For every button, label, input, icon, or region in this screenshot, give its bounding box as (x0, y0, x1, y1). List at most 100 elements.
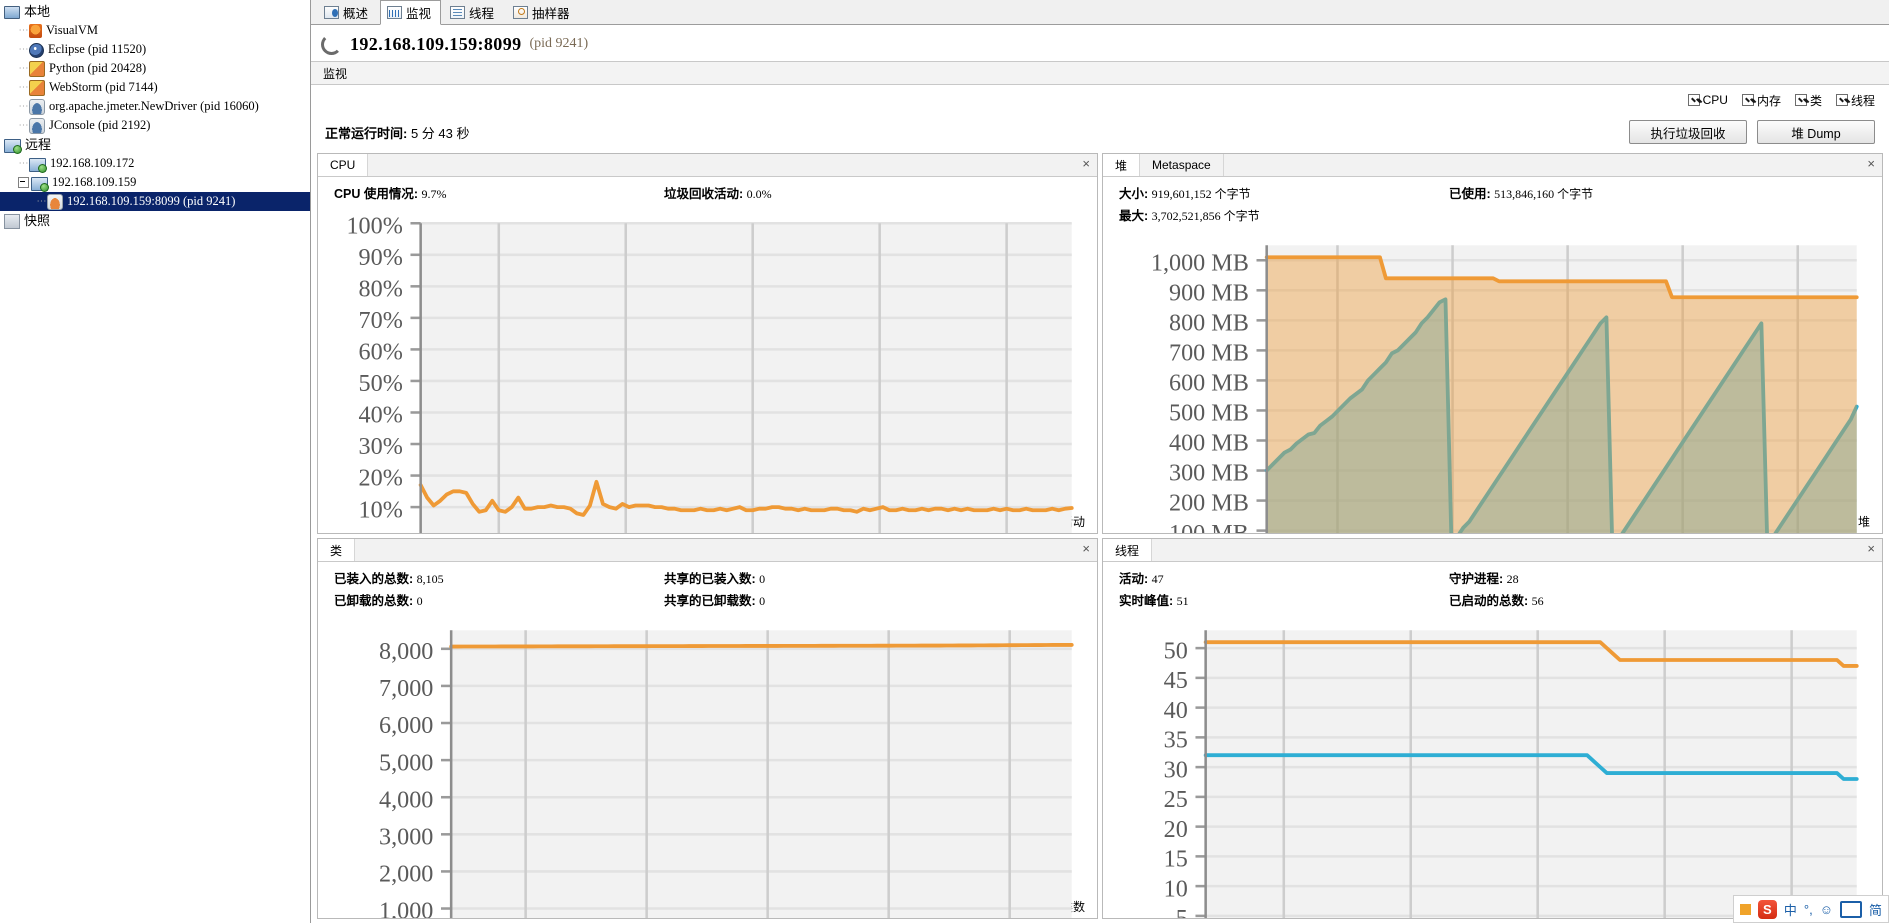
close-icon[interactable]: × (1082, 157, 1090, 171)
svg-text:6,000: 6,000 (379, 712, 433, 739)
tree-item-label-172: 192.168.109.172 (50, 156, 135, 170)
svg-text:90%: 90% (359, 244, 403, 271)
threads-chart-area[interactable]: 0510152025303540455015:54:0015:54:3015:5… (1109, 615, 1872, 918)
classes-chart[interactable]: 01,0002,0003,0004,0005,0006,0007,0008,00… (324, 615, 1087, 918)
keyboard-icon[interactable] (1839, 900, 1862, 918)
heap-chart-area[interactable]: 0 MB100 MB200 MB300 MB400 MB500 MB600 MB… (1109, 230, 1872, 533)
stat-row: 大小: 919,601,152 个字节 已使用: 513,846,160 个字节 (1119, 183, 1882, 202)
panel-cpu-stats: CPU 使用情况: 9.7% 垃圾回收活动: 0.0% (318, 183, 1097, 206)
svg-text:3,000: 3,000 (379, 823, 433, 850)
tree-item-remote-159[interactable]: 192.168.109.159 (0, 173, 310, 192)
jetbrains-icon (29, 61, 45, 77)
tree-item-selected-jvm[interactable]: ⋯ 192.168.109.159:8099 (pid 9241) (0, 192, 310, 211)
svg-text:1,000: 1,000 (379, 898, 433, 918)
heap-dump-button[interactable]: 堆 Dump (1757, 120, 1875, 144)
section-bar: 监视 (311, 61, 1889, 85)
ime-lang-label[interactable]: 中 (1784, 900, 1797, 919)
remote-host-icon (31, 176, 49, 192)
panel-classes-tab[interactable]: 类 (318, 539, 356, 561)
panel-threads-tab[interactable]: 线程 (1103, 539, 1153, 561)
checkbox-classes[interactable]: 类 (1794, 92, 1822, 109)
threads-icon (450, 6, 466, 19)
computer-icon (4, 6, 20, 19)
tab-sampler[interactable]: 抽样器 (506, 0, 580, 24)
stat-value: 47 (1151, 572, 1164, 586)
cpu-chart-area[interactable]: 0%10%20%30%40%50%60%70%80%90%100%15:54:0… (324, 208, 1087, 533)
svg-text:15: 15 (1164, 846, 1188, 873)
threads-chart[interactable]: 0510152025303540455015:54:0015:54:3015:5… (1109, 615, 1872, 918)
svg-text:20: 20 (1164, 816, 1188, 843)
eclipse-icon (29, 43, 44, 58)
uptime-label: 正常运行时间: (325, 125, 408, 141)
checkbox-memory-label: 内存 (1756, 93, 1781, 108)
stat-value: 51 (1176, 594, 1189, 608)
checkbox-threads[interactable]: 线程 (1835, 92, 1875, 109)
panel-metaspace-tab[interactable]: Metaspace (1140, 154, 1224, 176)
close-icon[interactable]: × (1867, 157, 1875, 171)
tree-item-webstorm[interactable]: ⋯ WebStorm (pid 7144) (0, 78, 310, 97)
svg-text:300 MB: 300 MB (1169, 460, 1249, 487)
classes-chart-area[interactable]: 01,0002,0003,0004,0005,0006,0007,0008,00… (324, 615, 1087, 918)
tree-line: ⋯ (18, 101, 29, 112)
stat-row: 实时峰值: 51 已启动的总数: 56 (1119, 590, 1882, 609)
stat-row: CPU 使用情况: 9.7% 垃圾回收活动: 0.0% (334, 183, 1097, 202)
tree-item-python[interactable]: ⋯ Python (pid 20428) (0, 59, 310, 78)
svg-text:5: 5 (1176, 905, 1188, 918)
ime-toolbar[interactable]: S 中 °, ☺ 简 (1732, 895, 1889, 923)
tree-line: ⋯ (18, 44, 29, 55)
close-icon[interactable]: × (1082, 542, 1090, 556)
stat-value: 0 (759, 572, 766, 586)
snapshot-icon (4, 214, 20, 229)
ime-simplified-label[interactable]: 简 (1869, 900, 1882, 919)
tree-group-local[interactable]: 本地 (0, 2, 310, 21)
tab-monitor-label: 监视 (406, 7, 432, 21)
checkbox-icon[interactable] (1741, 94, 1754, 106)
overview-icon (324, 6, 339, 19)
svg-text:50%: 50% (359, 370, 403, 397)
checkbox-icon[interactable] (1794, 94, 1807, 106)
svg-text:2,000: 2,000 (379, 861, 433, 888)
sogou-logo-icon[interactable]: S (1757, 899, 1777, 919)
svg-text:0%: 0% (371, 528, 403, 533)
svg-text:500 MB: 500 MB (1169, 400, 1249, 427)
close-icon[interactable]: × (1867, 542, 1875, 556)
stat-value: 56 (1531, 594, 1544, 608)
panel-cpu-tabs: CPU × (318, 154, 1097, 177)
stat-label: 活动: (1119, 572, 1149, 586)
cpu-chart[interactable]: 0%10%20%30%40%50%60%70%80%90%100%15:54:0… (324, 208, 1087, 533)
panel-heap-stats: 大小: 919,601,152 个字节 已使用: 513,846,160 个字节… (1103, 183, 1882, 228)
checkbox-cpu-label: CPU (1702, 93, 1728, 107)
checkbox-cpu[interactable]: CPU (1687, 93, 1728, 107)
svg-text:700 MB: 700 MB (1169, 340, 1249, 367)
tree-group-remote[interactable]: 远程 (0, 135, 310, 154)
heap-chart[interactable]: 0 MB100 MB200 MB300 MB400 MB500 MB600 MB… (1109, 230, 1872, 533)
tab-monitor[interactable]: 监视 (380, 0, 442, 25)
stat-row: 已卸载的总数: 0 共享的已卸载数: 0 (334, 590, 1097, 609)
tree-item-visualvm[interactable]: ⋯ VisualVM (0, 21, 310, 40)
svg-text:5,000: 5,000 (379, 749, 433, 776)
tab-overview[interactable]: 概述 (317, 0, 378, 24)
tree-item-remote-172[interactable]: ⋯ 192.168.109.159 192.168.109.172 (0, 154, 310, 173)
stat-value: 919,601,152 个字节 (1151, 187, 1251, 201)
stat-classes-shared-loaded: 共享的已装入数: 0 (664, 568, 994, 587)
tab-threads[interactable]: 线程 (443, 0, 504, 24)
checkbox-icon[interactable] (1687, 94, 1700, 106)
stat-label: 垃圾回收活动: (664, 187, 744, 201)
stat-label: 已装入的总数: (334, 572, 414, 586)
jvm-process-icon (47, 194, 63, 210)
perform-gc-button[interactable]: 执行垃圾回收 (1629, 120, 1747, 144)
checkbox-classes-label: 类 (1809, 93, 1822, 108)
tree-item-jconsole[interactable]: ⋯ JConsole (pid 2192) (0, 116, 310, 135)
checkbox-memory[interactable]: 内存 (1741, 92, 1781, 109)
tree-item-jmeter[interactable]: ⋯ org.apache.jmeter.NewDriver (pid 16060… (0, 97, 310, 116)
panel-heap-tab[interactable]: 堆 (1103, 154, 1141, 176)
ime-punctuation-icon[interactable]: °, (1804, 902, 1813, 917)
ime-emoji-icon[interactable]: ☺ (1820, 902, 1833, 917)
panel-cpu-tab[interactable]: CPU (318, 154, 369, 176)
stat-value: 513,846,160 个字节 (1494, 187, 1594, 201)
tree-group-snapshots[interactable]: 快照 (0, 211, 310, 230)
tree-item-eclipse[interactable]: ⋯ Eclipse (pid 11520) (0, 40, 310, 59)
tree-expander[interactable] (18, 177, 29, 188)
tree-item-label: Python (pid 20428) (49, 61, 147, 75)
checkbox-icon[interactable] (1835, 94, 1848, 106)
